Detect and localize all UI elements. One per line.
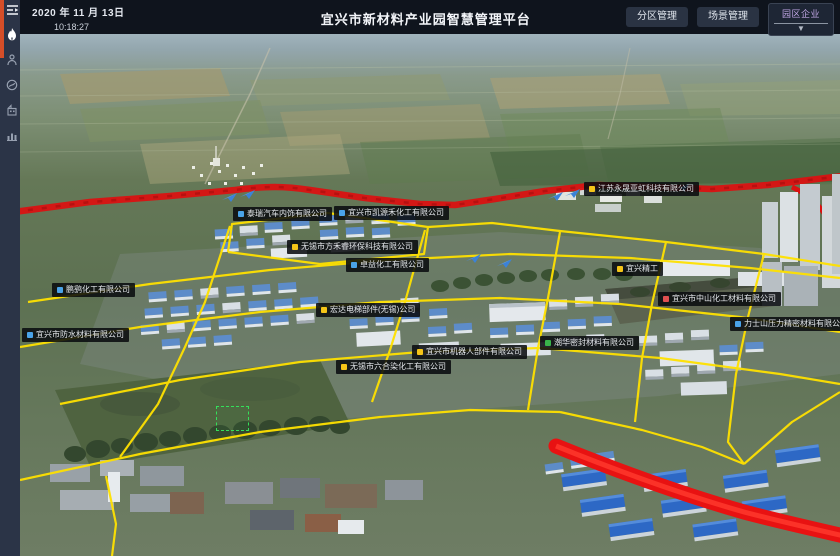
plane-marker-icon[interactable] (466, 251, 482, 262)
company-marker-icon (27, 332, 33, 338)
scene-management-button[interactable]: 场景管理 (697, 7, 759, 27)
company-marker-icon (663, 296, 669, 302)
page-title: 宜兴市新材料产业园智慧管理平台 (321, 9, 531, 28)
company-label[interactable]: 鹏鹞化工有限公司 (52, 283, 135, 297)
company-marker-icon (735, 321, 741, 327)
flame-icon[interactable] (4, 27, 20, 43)
company-marker-icon (321, 307, 327, 313)
plane-marker-icon[interactable] (497, 256, 513, 267)
company-label[interactable]: 力士山压力精密材料有限公司 (730, 317, 840, 331)
plane-marker-icon[interactable] (548, 189, 564, 200)
company-marker-icon (339, 210, 345, 216)
company-label-text: 泰瑞汽车内饰有限公司 (247, 210, 327, 218)
company-label[interactable]: 无锡市六合染化工有限公司 (336, 360, 451, 374)
plane-marker-icon[interactable] (240, 187, 256, 198)
current-date: 2020 年 11 月 13日 (32, 4, 125, 19)
chevron-down-icon: ▼ (797, 25, 805, 33)
company-label-text: 卓益化工有限公司 (360, 261, 424, 269)
park-enterprise-dropdown[interactable]: 园区企业 ▼ (768, 3, 834, 36)
company-label-text: 力士山压力精密材料有限公司 (744, 320, 840, 328)
company-label[interactable]: 宜兴市防水材料有限公司 (22, 328, 129, 342)
company-label-text: 宏达电梯部件(无锡)公司 (330, 306, 415, 314)
company-label-text: 宜兴市中山化工材料有限公司 (672, 295, 776, 303)
company-label[interactable]: 江苏永晟亚虹科技有限公司 (584, 182, 699, 196)
company-marker-icon (417, 349, 423, 355)
company-label[interactable]: 泰瑞汽车内饰有限公司 (233, 207, 332, 221)
company-label[interactable]: 卓益化工有限公司 (346, 258, 429, 272)
company-label[interactable]: 无锡市方禾睿环保科技有限公司 (287, 240, 418, 254)
company-marker-icon (341, 364, 347, 370)
company-label[interactable]: 宜兴市机器人部件有限公司 (412, 345, 527, 359)
factory-building-icon[interactable] (4, 102, 20, 118)
company-marker-icon (617, 266, 623, 272)
company-label[interactable]: 宏达电梯部件(无锡)公司 (316, 303, 420, 317)
company-marker-icon (238, 211, 244, 217)
company-marker-icon (545, 340, 551, 346)
company-label-text: 宜兴市凯源禾化工有限公司 (348, 209, 444, 217)
company-label-text: 宜兴市防水材料有限公司 (36, 331, 124, 339)
company-marker-icon (292, 244, 298, 250)
zone-management-button[interactable]: 分区管理 (626, 7, 688, 27)
company-label-text: 无锡市六合染化工有限公司 (350, 363, 446, 371)
company-marker-icon (589, 186, 595, 192)
bar-chart-icon[interactable] (4, 127, 20, 143)
company-label-text: 江苏永晟亚虹科技有限公司 (598, 185, 694, 193)
current-time: 10:18:27 (54, 22, 125, 32)
company-label[interactable]: 宜兴市中山化工材料有限公司 (658, 292, 781, 306)
company-label-text: 无锡市方禾睿环保科技有限公司 (301, 243, 413, 251)
company-label[interactable]: 潮华密封材料有限公司 (540, 336, 639, 350)
compass-icon[interactable] (4, 77, 20, 93)
company-label[interactable]: 宜兴精工 (612, 262, 663, 276)
company-label-text: 潮华密封材料有限公司 (554, 339, 634, 347)
company-label-text: 宜兴市机器人部件有限公司 (426, 348, 522, 356)
top-header: 2020 年 11 月 13日 10:18:27 宜兴市新材料产业园智慧管理平台… (20, 0, 840, 34)
company-label-text: 鹏鹞化工有限公司 (66, 286, 130, 294)
company-marker-icon (57, 287, 63, 293)
company-label[interactable]: 宜兴市凯源禾化工有限公司 (334, 206, 449, 220)
menu-icon[interactable] (4, 2, 20, 18)
selection-box (216, 406, 249, 431)
company-label-text: 宜兴精工 (626, 265, 658, 273)
sidebar (0, 0, 20, 556)
app-window: 2020 年 11 月 13日 10:18:27 宜兴市新材料产业园智慧管理平台… (0, 0, 840, 556)
map-3d-scene[interactable]: 泰瑞汽车内饰有限公司 宜兴市凯源禾化工有限公司无锡市方禾睿环保科技有限公司卓益化工… (20, 34, 840, 556)
plane-marker-icon[interactable] (565, 186, 581, 197)
company-marker-icon (351, 262, 357, 268)
dropdown-label: 园区企业 (782, 7, 820, 20)
person-icon[interactable] (4, 52, 20, 68)
datetime-block: 2020 年 11 月 13日 10:18:27 (32, 4, 125, 32)
plane-marker-icon[interactable] (222, 190, 238, 201)
